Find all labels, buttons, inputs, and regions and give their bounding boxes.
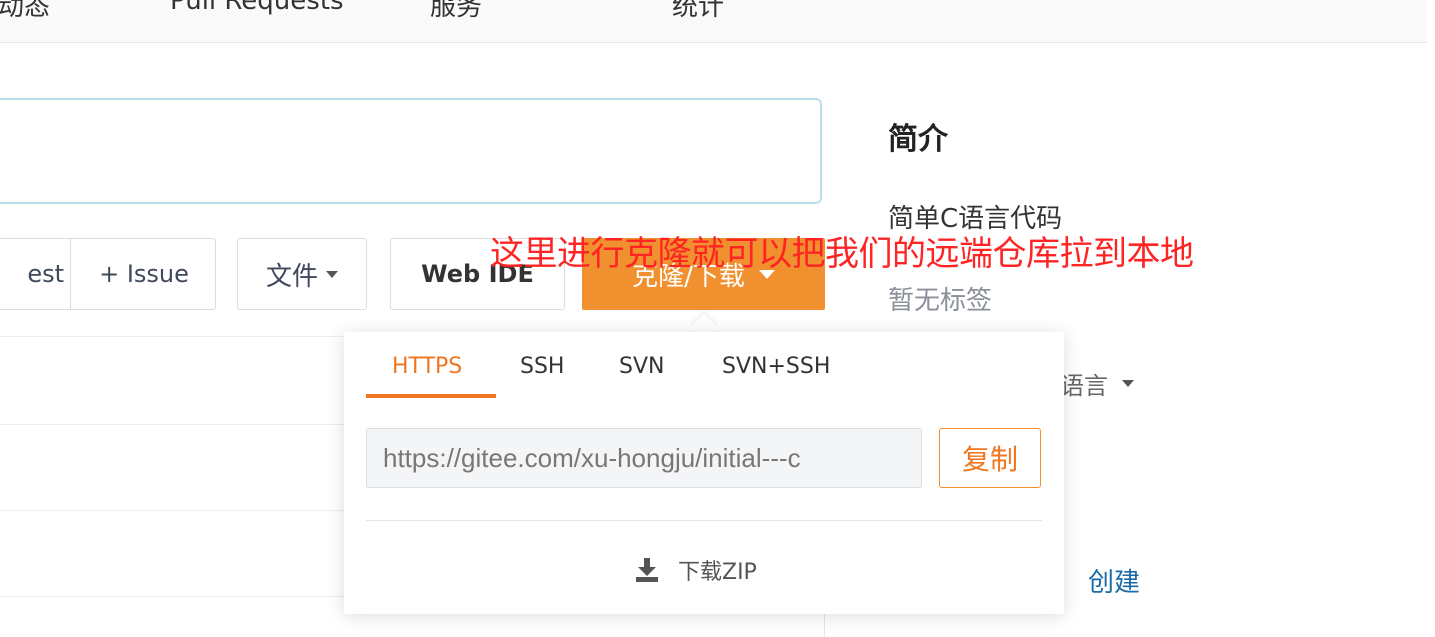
popover-divider <box>366 520 1042 521</box>
download-icon <box>636 558 658 582</box>
file-button-label: 文件 <box>265 261 318 292</box>
active-tab-indicator <box>366 394 496 398</box>
new-issue-button[interactable]: + Issue <box>71 239 215 309</box>
create-link[interactable]: 创建 <box>1088 562 1140 599</box>
sidebar-title: 简介 <box>888 122 948 157</box>
language-selector[interactable]: 语言 <box>1060 366 1134 401</box>
chevron-down-icon <box>326 270 338 278</box>
pull-request-button[interactable]: est <box>0 239 71 309</box>
download-zip-button[interactable]: 下载ZIP <box>634 554 757 586</box>
file-list-divider <box>0 596 345 597</box>
file-list-divider <box>0 336 345 337</box>
description-box[interactable] <box>0 98 822 204</box>
nav-item-stats[interactable]: 统计 <box>672 0 724 23</box>
file-list-divider <box>0 424 345 425</box>
download-zip-label: 下载ZIP <box>678 560 757 585</box>
nav-item-activity[interactable]: 动态 <box>0 0 50 23</box>
tab-svn[interactable]: SVN <box>619 354 664 379</box>
chevron-down-icon <box>1122 380 1134 387</box>
clone-url-input[interactable]: https://gitee.com/xu-hongju/initial---c <box>366 428 922 488</box>
repo-tags: 暂无标签 <box>888 286 993 316</box>
tab-https[interactable]: HTTPS <box>392 354 462 379</box>
top-navigation: 动态 Pull Requests 服务 统计 <box>0 0 1427 43</box>
tab-ssh[interactable]: SSH <box>520 354 564 379</box>
language-label: 语言 <box>1060 372 1108 400</box>
tab-svn-ssh[interactable]: SVN+SSH <box>722 354 830 379</box>
pr-issue-button-group: est + Issue <box>0 238 216 310</box>
nav-item-services[interactable]: 服务 <box>430 0 482 23</box>
nav-item-pull-requests[interactable]: Pull Requests <box>170 0 344 16</box>
file-list-divider <box>0 510 345 511</box>
copy-button[interactable]: 复制 <box>939 428 1041 488</box>
clone-dropdown: HTTPS SSH SVN SVN+SSH https://gitee.com/… <box>344 332 1064 614</box>
file-dropdown-button[interactable]: 文件 <box>237 238 367 310</box>
annotation-text: 这里进行克隆就可以把我们的远端仓库拉到本地 <box>490 234 1194 274</box>
